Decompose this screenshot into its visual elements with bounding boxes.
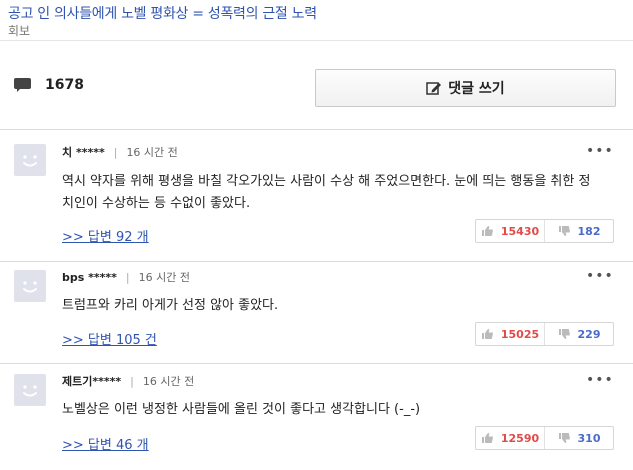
like-count: 12590 xyxy=(500,431,540,445)
dislike-button[interactable]: 182 xyxy=(545,220,613,242)
speech-bubble-icon xyxy=(14,78,32,92)
ellipsis-icon[interactable]: ••• xyxy=(586,268,614,284)
comment-body: 트럼프와 카리 아게가 선정 않아 좋았다. xyxy=(62,298,279,313)
comment-body: 역시 약자를 위해 평생을 바칠 각오가있는 사람이 수상 해 주었으면한다. … xyxy=(62,174,591,211)
ad-subtitle: 회보 xyxy=(8,24,31,38)
comment-page: 공고 인 의사들에게 노벨 평화상 = 성폭력의 근절 노력 회보 1678 댓… xyxy=(0,0,633,470)
thumbs-up-icon xyxy=(481,226,493,236)
like-button[interactable]: 12590 xyxy=(476,427,545,449)
thumbs-down-icon xyxy=(558,226,570,236)
ellipsis-icon[interactable]: ••• xyxy=(586,372,614,388)
thumbs-down-icon xyxy=(558,329,570,339)
meta-separator: | xyxy=(125,270,130,284)
thumbs-up-icon xyxy=(481,433,493,443)
comment-time: 16 시간 전 xyxy=(138,271,190,284)
header-divider xyxy=(0,40,633,41)
dislike-count: 229 xyxy=(577,327,601,341)
like-count: 15025 xyxy=(500,327,540,341)
avatar xyxy=(14,270,46,302)
avatar xyxy=(14,144,46,176)
comment-time: 16 시간 전 xyxy=(126,146,178,159)
dislike-count: 310 xyxy=(577,431,601,445)
reply-link[interactable]: >> 답변 46 개 xyxy=(62,434,149,453)
smiley-face-icon xyxy=(23,385,37,397)
dislike-button[interactable]: 229 xyxy=(545,323,613,345)
comment-meta: bps ***** | 16 시간 전 xyxy=(62,269,190,285)
comment-count: 1678 xyxy=(14,77,84,93)
comment-time: 16 시간 전 xyxy=(142,375,195,388)
vote-box: 15025 229 xyxy=(475,322,614,346)
comment-count-number: 1678 xyxy=(45,77,84,93)
vote-box: 12590 310 xyxy=(475,426,614,450)
comment-nickname: bps ***** xyxy=(62,270,117,284)
comment-nickname: 치 ***** xyxy=(62,146,105,159)
reply-link[interactable]: >> 답변 92 개 xyxy=(62,226,149,245)
smiley-face-icon xyxy=(23,155,37,167)
like-button[interactable]: 15025 xyxy=(476,323,545,345)
avatar xyxy=(14,374,46,406)
dislike-count: 182 xyxy=(577,224,601,238)
write-comment-button[interactable]: 댓글 쓰기 xyxy=(315,69,616,107)
smiley-face-icon xyxy=(23,281,37,293)
comment-body: 노벨상은 이런 냉정한 사람들에 올린 것이 좋다고 생각합니다 (-_-) xyxy=(62,402,421,417)
comment-nickname: 제트기***** xyxy=(62,375,122,388)
like-button[interactable]: 15430 xyxy=(476,220,545,242)
thumbs-down-icon xyxy=(558,433,570,443)
comment-item: bps ***** | 16 시간 전 ••• 트럼프와 카리 아게가 선정 않… xyxy=(0,261,633,363)
vote-box: 15430 182 xyxy=(475,219,614,243)
like-count: 15430 xyxy=(500,224,540,238)
comment-meta: 제트기***** | 16 시간 전 xyxy=(62,373,194,389)
thumbs-up-icon xyxy=(481,329,493,339)
meta-separator: | xyxy=(130,374,134,388)
comment-meta: 치 ***** | 16 시간 전 xyxy=(62,144,178,160)
pencil-edit-icon xyxy=(426,81,442,95)
reply-link[interactable]: >> 답변 105 건 xyxy=(62,329,157,348)
comment-item: 제트기***** | 16 시간 전 ••• 노벨상은 이런 냉정한 사람들에 … xyxy=(0,363,633,470)
meta-separator: | xyxy=(113,145,118,159)
dislike-button[interactable]: 310 xyxy=(545,427,613,449)
comment-item: 치 ***** | 16 시간 전 ••• 역시 약자를 위해 평생을 바칠 각… xyxy=(0,129,633,261)
write-comment-label: 댓글 쓰기 xyxy=(448,81,505,97)
ad-title-link[interactable]: 공고 인 의사들에게 노벨 평화상 = 성폭력의 근절 노력 xyxy=(8,3,317,23)
ellipsis-icon[interactable]: ••• xyxy=(586,143,614,159)
